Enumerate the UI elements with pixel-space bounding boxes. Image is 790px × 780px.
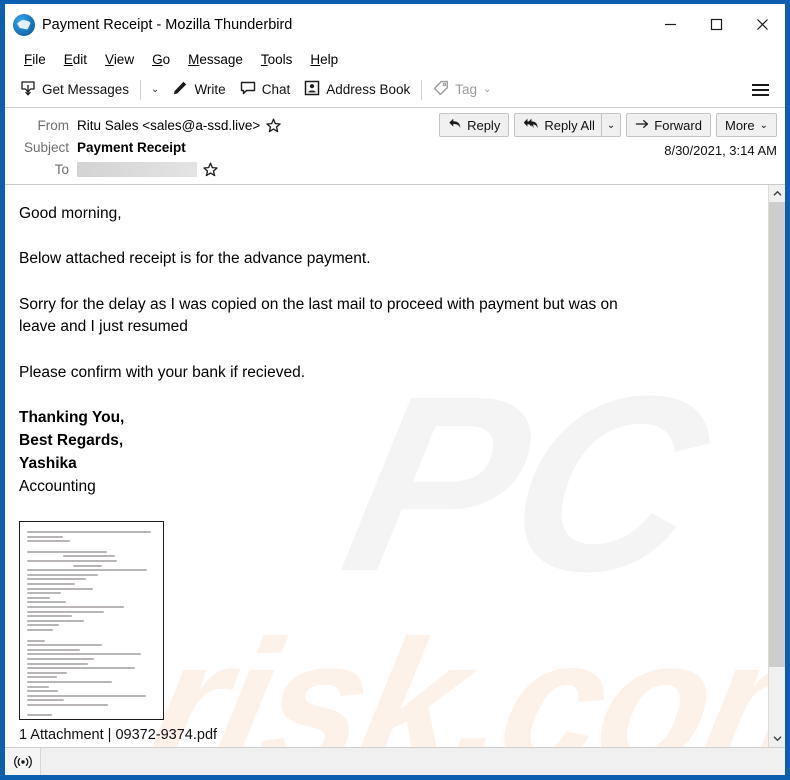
menu-item-edit[interactable]: Edit xyxy=(55,50,96,69)
pencil-icon xyxy=(172,80,188,99)
message-date: 8/30/2021, 3:14 AM xyxy=(664,143,777,158)
to-label: To xyxy=(54,161,69,177)
forward-label: Forward xyxy=(654,117,702,133)
from-text: Ritu Sales <sales@a-ssd.live> xyxy=(77,117,261,133)
menu-item-tools[interactable]: Tools xyxy=(252,50,302,69)
watermark-bottom: risk.com xyxy=(133,603,768,747)
message-body-area: PC risk.com Good morning, Below attached… xyxy=(5,185,785,747)
from-star-icon[interactable] xyxy=(266,118,282,133)
attachment-caption[interactable]: 1 Attachment | 09372-9374.pdf xyxy=(19,727,754,743)
menu-item-view[interactable]: View xyxy=(96,50,143,69)
header-actions: Reply Reply All ⌄ Forward More ⌄ 8/30/20… xyxy=(439,113,777,158)
reply-all-label: Reply All xyxy=(544,117,595,133)
to-star-icon[interactable] xyxy=(203,162,218,177)
reply-all-split-button: Reply All ⌄ xyxy=(514,113,622,137)
pdf-preview-thumbnail[interactable] xyxy=(19,521,164,721)
body-paragraph-2: Below attached receipt is for the advanc… xyxy=(19,250,371,268)
toolbar-divider-2 xyxy=(421,79,423,100)
to-redacted-bar xyxy=(77,161,197,177)
more-label: More xyxy=(724,117,755,133)
forward-button[interactable]: Forward xyxy=(626,113,711,137)
reply-button-row: Reply Reply All ⌄ Forward More ⌄ xyxy=(439,113,777,137)
from-label: From xyxy=(37,117,70,133)
signature-line-3: Yashika xyxy=(19,455,77,473)
thunderbird-icon xyxy=(13,13,35,36)
reply-all-button[interactable]: Reply All xyxy=(514,113,601,137)
reply-arrow-icon xyxy=(448,117,462,133)
write-label: Write xyxy=(194,82,226,97)
signature-line-4: Accounting xyxy=(19,478,96,496)
message-header: From Ritu Sales <sales@a-ssd.live> Subje… xyxy=(5,108,785,185)
menu-item-file[interactable]: File xyxy=(15,50,55,69)
to-value[interactable] xyxy=(77,161,218,177)
tag-button[interactable]: Tag ⌄ xyxy=(426,77,498,102)
get-messages-chevron-down-icon[interactable]: ⌄ xyxy=(145,84,165,95)
forward-arrow-icon xyxy=(635,118,649,133)
reply-button[interactable]: Reply xyxy=(439,113,510,137)
signature-block: Thanking You, Best Regards, Yashika Acco… xyxy=(19,407,754,499)
get-messages-label: Get Messages xyxy=(42,82,130,97)
main-toolbar: Get Messages ⌄ Write Chat Address Book T… xyxy=(5,72,785,108)
tag-label: Tag xyxy=(455,82,478,97)
menu-item-help[interactable]: Help xyxy=(301,50,347,69)
scrollbar-track[interactable] xyxy=(769,202,785,730)
menu-bar: File Edit View Go Message Tools Help xyxy=(5,46,785,72)
tag-icon xyxy=(433,80,449,99)
menu-item-message[interactable]: Message xyxy=(179,50,252,69)
close-button[interactable] xyxy=(739,4,785,45)
from-value[interactable]: Ritu Sales <sales@a-ssd.live> xyxy=(77,117,282,133)
signature-line-1: Thanking You, xyxy=(19,409,125,427)
more-chevron-down-icon: ⌄ xyxy=(759,119,768,131)
address-book-label: Address Book xyxy=(326,82,411,97)
scroll-up-icon[interactable] xyxy=(769,185,785,202)
subject-label: Subject xyxy=(23,139,69,155)
signature-line-2: Best Regards, xyxy=(19,432,124,450)
thunderbird-window: Payment Receipt - Mozilla Thunderbird Fi… xyxy=(0,0,790,780)
header-row-to: To xyxy=(5,158,785,180)
rss-broadcast-icon[interactable] xyxy=(5,748,41,775)
scrollbar-thumb[interactable] xyxy=(769,202,785,667)
inbox-download-icon xyxy=(20,80,36,99)
chat-label: Chat xyxy=(261,82,291,97)
status-bar xyxy=(5,747,785,775)
window-controls xyxy=(647,4,785,45)
write-button[interactable]: Write xyxy=(165,77,232,102)
more-button[interactable]: More ⌄ xyxy=(715,113,777,137)
subject-value: Payment Receipt xyxy=(77,139,186,155)
scroll-down-icon[interactable] xyxy=(769,730,785,747)
body-paragraph-1: Good morning, xyxy=(19,205,122,222)
maximize-button[interactable] xyxy=(693,4,739,45)
message-body-content: PC risk.com Good morning, Below attached… xyxy=(5,185,768,747)
vertical-scrollbar[interactable] xyxy=(768,185,785,747)
speech-bubble-icon xyxy=(240,80,256,99)
menu-item-go[interactable]: Go xyxy=(143,50,179,69)
toolbar-divider xyxy=(140,79,142,100)
body-paragraph-4: Please confirm with your bank if recieve… xyxy=(19,363,306,381)
minimize-button[interactable] xyxy=(647,4,693,45)
body-paragraph-3: Sorry for the delay as I was copied on t… xyxy=(19,295,618,336)
tag-chevron-down-icon: ⌄ xyxy=(483,84,492,95)
reply-label: Reply xyxy=(467,117,501,133)
reply-all-chevron-down-icon[interactable]: ⌄ xyxy=(600,113,622,137)
hamburger-menu-icon[interactable] xyxy=(744,78,777,102)
title-bar: Payment Receipt - Mozilla Thunderbird xyxy=(5,4,785,46)
address-book-button[interactable]: Address Book xyxy=(297,77,417,102)
get-messages-button[interactable]: Get Messages xyxy=(13,77,136,102)
reply-all-arrow-icon xyxy=(523,117,539,133)
window-title: Payment Receipt - Mozilla Thunderbird xyxy=(42,16,293,33)
chat-button[interactable]: Chat xyxy=(233,77,298,102)
address-book-icon xyxy=(304,80,320,99)
